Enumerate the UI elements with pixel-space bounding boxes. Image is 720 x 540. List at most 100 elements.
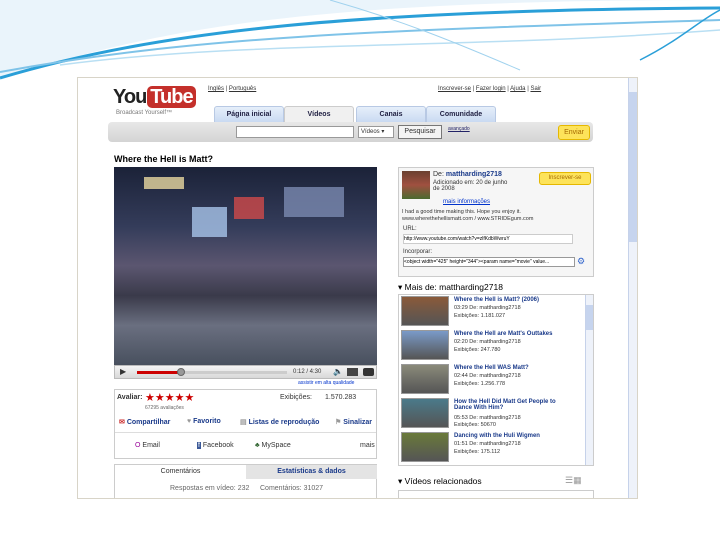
share-button[interactable]: ✉ Compartilhar xyxy=(119,418,170,426)
more-from-item[interactable]: Dancing with the Huli Wigmen 01:51 De: m… xyxy=(399,431,589,465)
progress-bar[interactable] xyxy=(137,368,287,376)
page-scrollbar[interactable] xyxy=(628,78,637,498)
lang-link[interactable]: Inglês xyxy=(208,86,224,92)
share-label: Compartilhar xyxy=(126,419,171,426)
size-toggle-icon[interactable] xyxy=(347,368,358,376)
scrollbar[interactable] xyxy=(585,295,593,465)
signup-link[interactable]: Inscrever-se xyxy=(438,86,471,92)
video-title: Where the Hell is Matt? xyxy=(114,154,214,164)
upload-date: Adicionado em: 20 de junho de 2008 xyxy=(433,180,508,192)
url-label: URL: xyxy=(403,226,417,232)
rating-label: Avaliar: xyxy=(117,394,143,401)
tab-home[interactable]: Página inicial xyxy=(214,106,284,122)
video-player[interactable] xyxy=(114,167,377,365)
tab-community[interactable]: Comunidade xyxy=(426,106,496,122)
related-video-meta: 02:44 De: mattharding2718 xyxy=(454,373,521,379)
volume-icon[interactable]: 🔈 xyxy=(333,367,343,376)
related-label: Vídeos relacionados xyxy=(404,476,482,486)
embed-settings-icon[interactable]: ⚙ xyxy=(577,256,585,267)
facebook-label: Facebook xyxy=(202,442,234,449)
rating-count: 67295 avaliações xyxy=(145,405,184,411)
view-toggle-icon[interactable]: ☰▦ xyxy=(565,475,582,486)
help-link[interactable]: Ajuda xyxy=(510,86,525,92)
lang-link[interactable]: Português xyxy=(229,86,256,92)
related-header[interactable]: ▾ Vídeos relacionados xyxy=(398,476,482,487)
related-list xyxy=(398,490,594,498)
tab-channels[interactable]: Canais xyxy=(356,106,426,122)
flag-label: Sinalizar xyxy=(343,419,373,426)
related-video-title[interactable]: Where the Hell are Matt's Outtakes xyxy=(454,331,574,337)
video-thumbnail[interactable] xyxy=(401,432,449,462)
related-video-views: Exibições: 1.256.778 xyxy=(454,381,506,387)
progress-handle[interactable] xyxy=(177,368,185,376)
related-video-views: Exibições: 175.112 xyxy=(454,449,501,455)
tab-stats[interactable]: Estatísticas & dados xyxy=(246,465,377,479)
more-from-item[interactable]: Where the Hell are Matt's Outtakes 02:20… xyxy=(399,329,589,363)
channel-user-link[interactable]: mattharding2718 xyxy=(446,171,502,178)
url-field[interactable] xyxy=(403,234,573,244)
embed-field[interactable] xyxy=(403,257,575,267)
time-display: 0:12 / 4:30 xyxy=(293,369,322,375)
select-value: Vídeos xyxy=(361,129,380,135)
flag-button[interactable]: ⚑ Sinalizar xyxy=(335,418,372,426)
more-from-label: Mais de: mattharding2718 xyxy=(404,282,503,292)
myspace-share[interactable]: ♣ MySpace xyxy=(255,442,291,449)
video-thumbnail[interactable] xyxy=(401,364,449,394)
search-category-select[interactable]: Vídeos ▾ xyxy=(358,126,394,138)
logout-link[interactable]: Sair xyxy=(530,86,541,92)
more-from-item[interactable]: How the Hell Did Matt Get People to Danc… xyxy=(399,397,589,431)
more-from-item[interactable]: Where the Hell WAS Matt? 02:44 De: matth… xyxy=(399,363,589,397)
user-links: Inscrever-se | Fazer login | Ajuda | Sai… xyxy=(438,86,542,92)
views-label: Exibições: xyxy=(280,394,312,401)
search-input[interactable] xyxy=(236,126,354,138)
more-from-item[interactable]: Where the Hell is Matt? (2006) 03:29 De:… xyxy=(399,295,589,329)
advanced-search-link[interactable]: avançado xyxy=(448,126,470,132)
favorite-label: Favorito xyxy=(193,418,221,425)
upload-button[interactable]: Enviar xyxy=(558,125,590,140)
related-video-title[interactable]: How the Hell Did Matt Get People to Danc… xyxy=(454,399,574,411)
playlists-button[interactable]: ▤ Listas de reprodução xyxy=(240,418,319,426)
heart-icon: ♥ xyxy=(187,418,192,425)
more-share-link[interactable]: mais xyxy=(360,442,375,449)
favorite-button[interactable]: ♥ Favorito xyxy=(187,418,221,425)
related-video-views: Exibições: 247.780 xyxy=(454,347,501,353)
subscribe-button[interactable]: Inscrever-se xyxy=(539,172,591,185)
youtube-logo[interactable]: You Tube xyxy=(113,86,196,109)
video-thumbnail[interactable] xyxy=(401,398,449,428)
comments-panel: Comentários Estatísticas & dados Respost… xyxy=(114,464,377,498)
email-share[interactable]: O Email xyxy=(135,442,160,449)
search-button[interactable]: Pesquisar xyxy=(398,125,442,139)
login-link[interactable]: Fazer login xyxy=(476,86,506,92)
related-video-meta: 03:29 De: mattharding2718 xyxy=(454,305,521,311)
video-info-panel: Avaliar: ★★★★★ 67295 avaliações Exibiçõe… xyxy=(114,389,377,459)
related-video-title[interactable]: Where the Hell is Matt? (2006) xyxy=(454,297,574,303)
related-video-meta: 05:53 De: mattharding2718 xyxy=(454,415,521,421)
logo-tube: Tube xyxy=(147,86,196,108)
related-video-title[interactable]: Where the Hell WAS Matt? xyxy=(454,365,574,371)
tab-videos[interactable]: Vídeos xyxy=(284,106,354,122)
more-info-link[interactable]: mais informações xyxy=(443,199,490,205)
video-controls: ▶ 0:12 / 4:30 🔈 xyxy=(114,365,377,379)
myspace-icon: ♣ xyxy=(255,442,260,449)
high-quality-link[interactable]: assistir em alta qualidade xyxy=(298,380,354,386)
tagline: Broadcast Yourself™ xyxy=(116,110,173,116)
video-description: I had a good time making this. Hope you … xyxy=(402,209,534,222)
video-thumbnail[interactable] xyxy=(401,296,449,326)
channel-avatar[interactable] xyxy=(402,171,430,199)
rating-stars[interactable]: ★★★★★ xyxy=(145,391,194,404)
more-from-list: Where the Hell is Matt? (2006) 03:29 De:… xyxy=(398,294,594,466)
tab-comments[interactable]: Comentários xyxy=(115,465,246,479)
related-video-views: Exibições: 50670 xyxy=(454,422,496,428)
channel-info-panel: De: mattharding2718 Adicionado em: 20 de… xyxy=(398,167,594,277)
fullscreen-icon[interactable] xyxy=(363,368,374,376)
playlist-icon: ▤ xyxy=(240,419,247,426)
email-label: Email xyxy=(142,442,160,449)
playlists-label: Listas de reprodução xyxy=(248,419,320,426)
related-video-title[interactable]: Dancing with the Huli Wigmen xyxy=(454,433,574,439)
facebook-share[interactable]: f Facebook xyxy=(197,442,234,449)
views-count: 1.570.283 xyxy=(325,394,357,401)
embed-label: Incorporar: xyxy=(403,249,433,255)
video-thumbnail[interactable] xyxy=(401,330,449,360)
more-from-header[interactable]: ▾ Mais de: mattharding2718 xyxy=(398,282,503,293)
play-icon[interactable]: ▶ xyxy=(120,367,126,376)
